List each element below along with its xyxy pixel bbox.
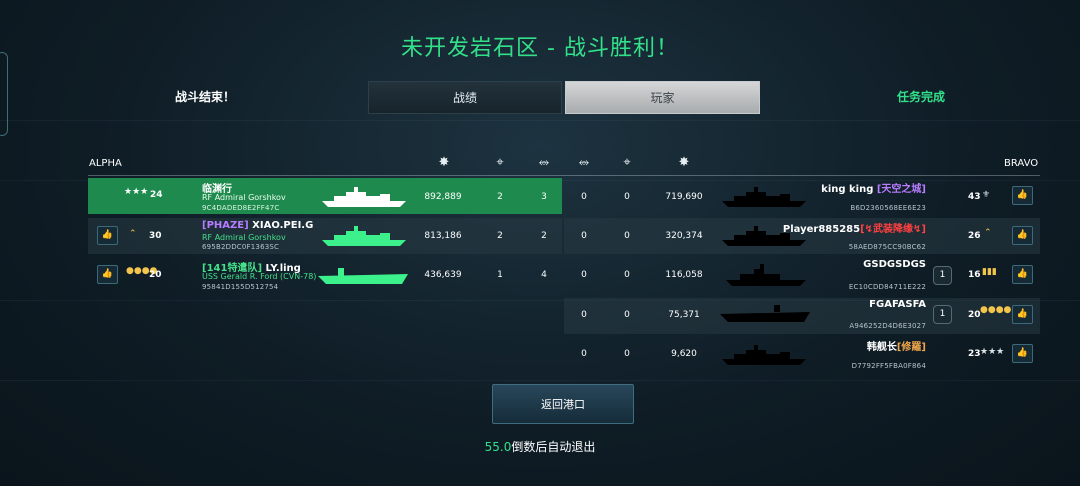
page-title: 未开发岩石区 - 战斗胜利！	[401, 36, 679, 61]
damage-icon: ✸	[438, 155, 450, 170]
ship-silhouette	[722, 187, 806, 207]
countdown-text: 倒数后自动退出	[511, 440, 596, 454]
player-level: 43	[968, 192, 981, 202]
carrier-silhouette	[720, 305, 810, 322]
player-name-row: [PHAZE] XIAO.PEI.G	[202, 220, 313, 231]
team-alpha-label: ALPHA	[89, 158, 122, 169]
clan-tag: [修羅]	[896, 342, 926, 353]
clan-tag: [天空之城]	[876, 184, 926, 195]
like-button[interactable]: 👍	[1012, 344, 1033, 363]
player-name: FGAFASFA	[869, 299, 926, 310]
like-button[interactable]: 👍	[97, 265, 118, 284]
kills-value: 0	[624, 231, 630, 241]
like-button[interactable]: 👍	[1012, 265, 1033, 284]
kills-value: 0	[624, 270, 630, 280]
star-rank-icon: ★★★	[980, 347, 1005, 357]
kills-value: 0	[624, 192, 630, 202]
player-id: D7792FF5FBA0F864	[851, 362, 926, 370]
player-name: king king	[821, 184, 874, 195]
auto-exit-countdown: 55.0倒数后自动退出	[0, 438, 1080, 455]
damage-value: 719,690	[665, 192, 703, 202]
player-name-row: 韩舰长[修羅]	[867, 338, 926, 353]
chevron-rank-icon: ⌃	[984, 228, 992, 238]
player-name: 韩舰长	[866, 342, 897, 353]
player-id: B6D2360568EE6E23	[850, 204, 926, 212]
tab-battle-end[interactable]: 战斗结束！	[150, 81, 260, 114]
player-name-row: king king [天空之城]	[821, 180, 926, 195]
player-id: 95841D155D512754	[202, 283, 279, 291]
damage-value: 436,639	[424, 270, 462, 280]
ship-silhouette	[722, 345, 806, 365]
player-ship: RF Admiral Gorshkov	[202, 233, 286, 242]
player-id: 9C4DADED8E2FF47C	[202, 204, 280, 212]
assist-icon: ⥈	[538, 155, 550, 170]
player-level: 30	[149, 231, 162, 241]
star-rank-icon: ★★★	[124, 187, 149, 197]
tab-stats[interactable]: 战绩	[368, 81, 562, 114]
ship-silhouette	[726, 264, 806, 286]
damage-value: 9,620	[671, 349, 697, 359]
wings-rank-icon: ⚜	[982, 190, 991, 200]
like-button[interactable]: 👍	[1012, 226, 1033, 245]
player-level: 24	[150, 190, 163, 200]
damage-value: 320,374	[665, 231, 703, 241]
tab-mission-complete[interactable]: 任务完成	[866, 81, 976, 114]
player-ship: USS Gerald R. Ford (CVN-78)	[202, 272, 317, 281]
player-name: GSDGSDGS	[863, 259, 926, 270]
player-level: 26	[968, 231, 981, 241]
damage-value: 75,371	[668, 310, 700, 320]
player-id: EC10CDD84711E222	[848, 283, 926, 291]
kills-value: 0	[624, 310, 630, 320]
side-drawer-handle[interactable]	[0, 52, 8, 136]
kills-icon: ⌖	[623, 155, 631, 170]
return-to-port-button[interactable]: 返回港口	[492, 384, 634, 424]
like-button[interactable]: 👍	[1012, 186, 1033, 205]
player-id: 58AED875CC90BC62	[848, 243, 926, 251]
like-button[interactable]: 👍	[97, 226, 118, 245]
damage-value: 813,186	[424, 231, 462, 241]
player-level: 16	[968, 270, 981, 280]
damage-value: 116,058	[665, 270, 703, 280]
medal-rank-icon: ▮▮▮	[982, 267, 997, 277]
player-level: 20	[149, 270, 162, 280]
assist-icon: ⥈	[578, 155, 590, 170]
tab-players[interactable]: 玩家	[565, 81, 760, 114]
carrier-silhouette	[318, 268, 408, 284]
medal-rank-icon: ●●●●	[980, 305, 1012, 315]
chevron-rank-icon: ⌃	[129, 229, 137, 239]
like-button[interactable]: 👍	[1012, 305, 1033, 324]
player-name-row: Player885285[↯武装降缘↯]	[783, 220, 926, 235]
player-id: A946252D4D6E3027	[849, 322, 926, 330]
player-id: 695B2DDC0F1363SC	[202, 243, 280, 251]
player-name: XIAO.PEI.G	[252, 220, 314, 231]
kills-value: 0	[624, 349, 630, 359]
ship-silhouette	[322, 187, 406, 207]
count-badge: 1	[933, 266, 952, 285]
ship-silhouette	[322, 226, 406, 246]
team-bravo-label: BRAVO	[1004, 158, 1039, 169]
damage-icon: ✸	[678, 155, 690, 170]
damage-value: 892,889	[424, 192, 462, 202]
countdown-seconds: 55.0	[484, 440, 512, 454]
player-ship: RF Admiral Gorshkov	[202, 193, 286, 202]
player-level: 23	[968, 349, 981, 359]
clan-tag: [↯武装降缘↯]	[860, 224, 926, 235]
player-level: 20	[968, 310, 981, 320]
player-name: Player885285	[782, 224, 861, 235]
table-header-divider	[88, 175, 1040, 176]
kills-icon: ⌖	[496, 155, 504, 170]
clan-tag: [PHAZE]	[202, 220, 249, 231]
count-badge: 1	[933, 305, 952, 324]
